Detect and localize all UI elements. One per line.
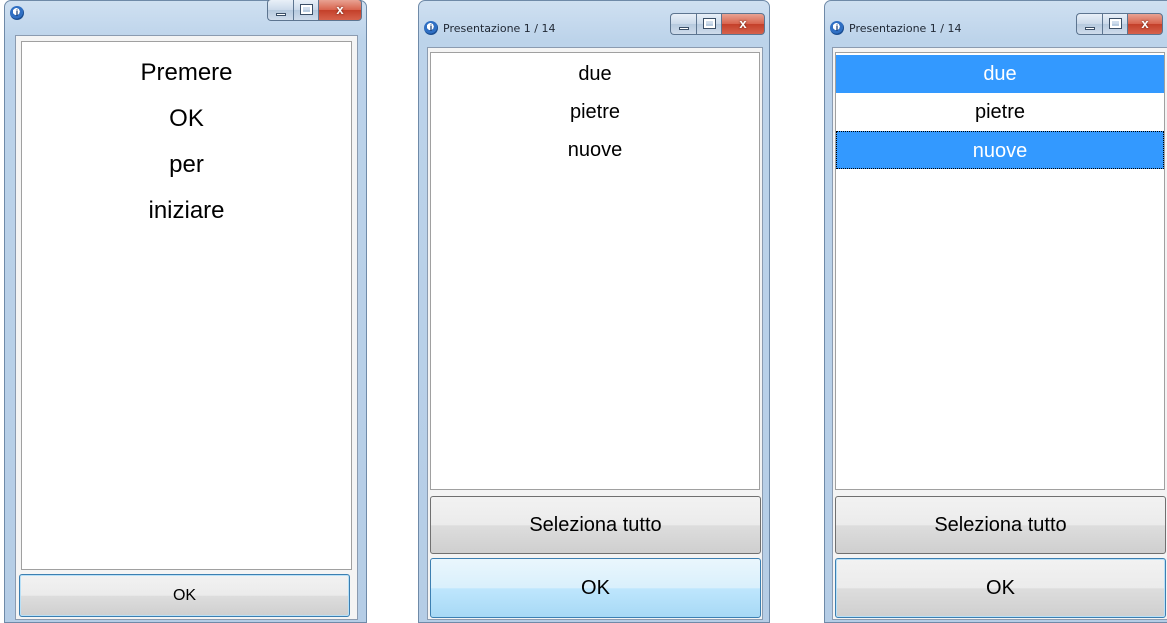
- minimize-button[interactable]: [670, 13, 696, 35]
- title-bar[interactable]: i Presentazione 1 / 14 x: [825, 1, 1167, 41]
- maximize-button[interactable]: [293, 0, 318, 21]
- word-list[interactable]: due pietre nuove: [430, 52, 760, 490]
- select-all-button[interactable]: Seleziona tutto: [835, 496, 1166, 554]
- client-area: due pietre nuove Seleziona tutto OK: [832, 47, 1167, 620]
- minimize-button[interactable]: [267, 0, 293, 21]
- maximize-icon: [1109, 18, 1122, 29]
- maximize-icon: [300, 4, 313, 15]
- minimize-icon: [1085, 27, 1095, 30]
- intro-line: per: [169, 151, 204, 178]
- info-balloon-icon[interactable]: i: [424, 21, 438, 35]
- word-list[interactable]: due pietre nuove: [835, 52, 1165, 490]
- close-button[interactable]: x: [1127, 13, 1163, 35]
- select-all-button[interactable]: Seleziona tutto: [430, 496, 761, 554]
- list-item-selected[interactable]: nuove: [836, 131, 1164, 169]
- close-button[interactable]: x: [318, 0, 362, 21]
- intro-text-area: Premere OK per iniziare: [21, 41, 352, 570]
- minimize-icon: [276, 13, 286, 16]
- info-balloon-icon[interactable]: i: [830, 21, 844, 35]
- maximize-button[interactable]: [696, 13, 721, 35]
- window-start: i x Premere OK per iniziare OK: [4, 0, 367, 623]
- intro-line: iniziare: [148, 197, 225, 224]
- client-area: Premere OK per iniziare OK: [15, 35, 358, 620]
- window-title: Presentazione 1 / 14: [443, 22, 556, 35]
- title-bar[interactable]: i x: [5, 0, 366, 29]
- list-item[interactable]: pietre: [836, 93, 1164, 131]
- close-icon: x: [739, 16, 747, 31]
- close-icon: x: [336, 2, 344, 17]
- ok-button[interactable]: OK: [430, 558, 761, 618]
- client-area: due pietre nuove Seleziona tutto OK: [427, 47, 763, 620]
- window-presentation: i Presentazione 1 / 14 x due pietre nuov…: [418, 0, 770, 623]
- list-item[interactable]: nuove: [431, 131, 759, 169]
- intro-line: Premere: [140, 59, 233, 86]
- window-title: Presentazione 1 / 14: [849, 22, 962, 35]
- list-item-selected[interactable]: due: [836, 55, 1164, 93]
- list-item[interactable]: pietre: [431, 93, 759, 131]
- minimize-icon: [679, 27, 689, 30]
- maximize-button[interactable]: [1102, 13, 1127, 35]
- close-icon: x: [1141, 16, 1149, 31]
- close-button[interactable]: x: [721, 13, 765, 35]
- title-bar[interactable]: i Presentazione 1 / 14 x: [419, 1, 769, 41]
- ok-button[interactable]: OK: [19, 574, 350, 617]
- maximize-icon: [703, 18, 716, 29]
- info-balloon-icon[interactable]: i: [10, 6, 24, 20]
- list-item[interactable]: due: [431, 55, 759, 93]
- ok-button[interactable]: OK: [835, 558, 1166, 618]
- window-presentation-selected: i Presentazione 1 / 14 x due pietre nuov…: [824, 0, 1167, 623]
- intro-line: OK: [169, 105, 204, 132]
- minimize-button[interactable]: [1076, 13, 1102, 35]
